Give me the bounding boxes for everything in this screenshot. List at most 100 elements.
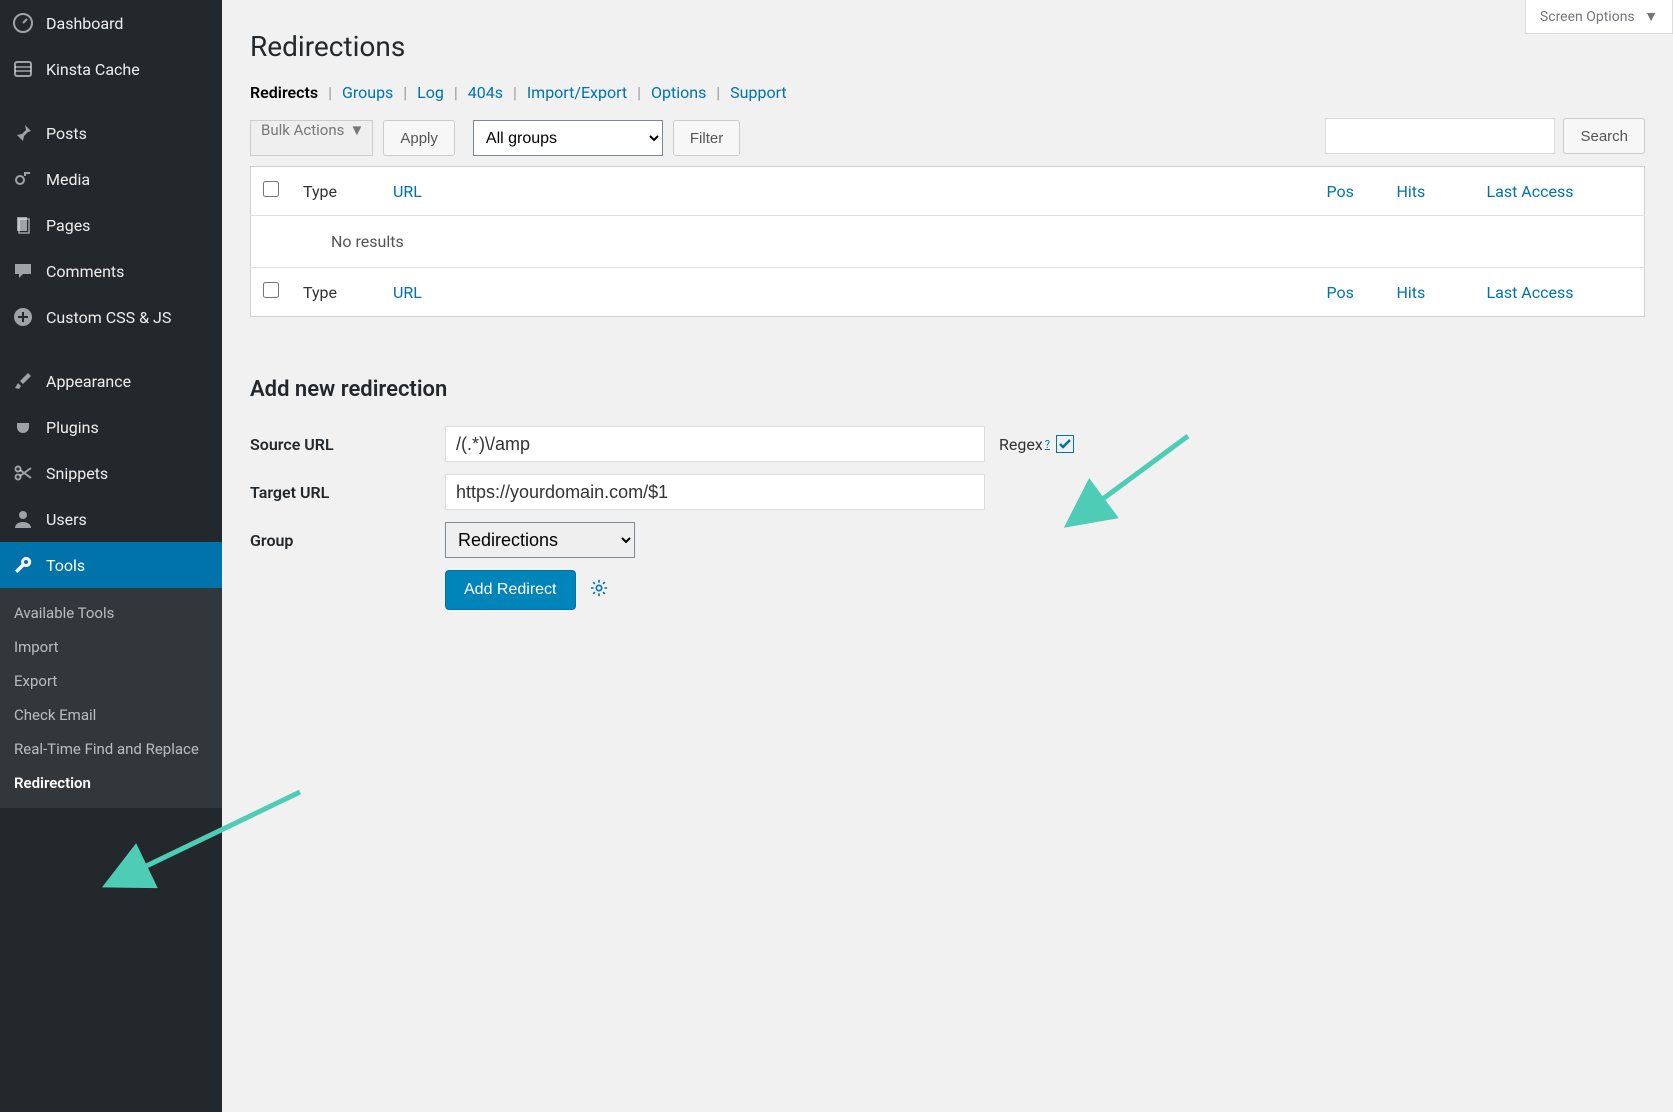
col-last[interactable]: Last Access xyxy=(1475,167,1645,216)
subnav-log[interactable]: Log xyxy=(417,83,444,102)
bulk-actions-select[interactable]: Bulk Actions ▼ xyxy=(250,120,373,156)
main-content: Screen Options ▼ Redirections Redirects … xyxy=(222,0,1673,1112)
add-redirect-button[interactable]: Add Redirect xyxy=(445,570,576,610)
plus-circle-icon xyxy=(12,306,34,328)
sidebar-item-media[interactable]: Media xyxy=(0,156,222,202)
regex-label: Regex xyxy=(999,435,1043,454)
sidebar-item-label: Pages xyxy=(46,216,90,235)
subnav-groups[interactable]: Groups xyxy=(342,83,393,102)
sidebar-item-label: Kinsta Cache xyxy=(46,60,140,79)
comment-icon xyxy=(12,260,34,282)
submenu-import[interactable]: Import xyxy=(0,630,222,664)
source-url-label: Source URL xyxy=(250,435,445,454)
plug-icon xyxy=(12,416,34,438)
col-url[interactable]: URL xyxy=(381,167,1315,216)
search-button[interactable]: Search xyxy=(1563,118,1645,154)
subnav-import-export[interactable]: Import/Export xyxy=(527,83,627,102)
sidebar-item-label: Posts xyxy=(46,124,87,143)
submenu-redirection[interactable]: Redirection xyxy=(0,766,222,800)
regex-help-link[interactable]: ? xyxy=(1045,438,1050,451)
media-icon xyxy=(12,168,34,190)
col-last-footer[interactable]: Last Access xyxy=(1475,268,1645,317)
sidebar-item-kinsta-cache[interactable]: Kinsta Cache xyxy=(0,46,222,92)
admin-sidebar: Dashboard Kinsta Cache Posts Media Pages… xyxy=(0,0,222,1112)
pin-icon xyxy=(12,122,34,144)
submenu-realtime-find-replace[interactable]: Real-Time Find and Replace xyxy=(0,732,222,766)
target-url-row: Target URL xyxy=(250,474,1645,510)
chevron-down-icon: ▼ xyxy=(350,121,365,139)
group-row: Group Redirections xyxy=(250,522,1645,558)
table-header-row: Type URL Pos Hits Last Access xyxy=(251,167,1645,216)
group-filter-select[interactable]: All groups xyxy=(473,120,663,156)
search-bar: Search xyxy=(1325,118,1645,154)
sidebar-item-label: Comments xyxy=(46,262,124,281)
bulk-actions-label: Bulk Actions xyxy=(261,121,344,139)
regex-checkbox[interactable] xyxy=(1056,435,1074,453)
target-url-input[interactable] xyxy=(445,474,985,510)
sidebar-item-custom-css-js[interactable]: Custom CSS & JS xyxy=(0,294,222,340)
col-pos-footer[interactable]: Pos xyxy=(1315,268,1385,317)
group-label: Group xyxy=(250,531,445,550)
scissors-icon xyxy=(12,462,34,484)
sidebar-item-plugins[interactable]: Plugins xyxy=(0,404,222,450)
form-title: Add new redirection xyxy=(250,377,1645,402)
page-icon xyxy=(12,214,34,236)
group-select[interactable]: Redirections xyxy=(445,522,635,558)
sidebar-item-tools[interactable]: Tools xyxy=(0,542,222,588)
subnav-404s[interactable]: 404s xyxy=(468,83,503,102)
col-type-footer: Type xyxy=(291,268,381,317)
check-icon xyxy=(1058,437,1072,451)
source-url-row: Source URL Regex ? xyxy=(250,426,1645,462)
dashboard-icon xyxy=(12,12,34,34)
sidebar-item-label: Appearance xyxy=(46,372,131,391)
sidebar-item-snippets[interactable]: Snippets xyxy=(0,450,222,496)
col-pos[interactable]: Pos xyxy=(1315,167,1385,216)
sidebar-item-label: Snippets xyxy=(46,464,108,483)
sidebar-item-posts[interactable]: Posts xyxy=(0,110,222,156)
submenu-available-tools[interactable]: Available Tools xyxy=(0,596,222,630)
col-url-footer[interactable]: URL xyxy=(381,268,1315,317)
sidebar-item-dashboard[interactable]: Dashboard xyxy=(0,0,222,46)
sidebar-item-comments[interactable]: Comments xyxy=(0,248,222,294)
form-actions: Add Redirect xyxy=(445,570,1645,610)
screen-options-toggle[interactable]: Screen Options ▼ xyxy=(1525,0,1673,34)
sidebar-item-label: Plugins xyxy=(46,418,99,437)
submenu-check-email[interactable]: Check Email xyxy=(0,698,222,732)
regex-option: Regex ? xyxy=(999,435,1074,454)
source-url-input[interactable] xyxy=(445,426,985,462)
page-title: Redirections xyxy=(250,30,1645,63)
target-url-label: Target URL xyxy=(250,483,445,502)
col-type: Type xyxy=(291,167,381,216)
screen-options-label: Screen Options xyxy=(1540,9,1635,25)
sidebar-item-label: Tools xyxy=(46,556,85,575)
wrench-icon xyxy=(12,554,34,576)
redirects-table: Type URL Pos Hits Last Access No results… xyxy=(250,166,1645,317)
sidebar-item-appearance[interactable]: Appearance xyxy=(0,358,222,404)
col-hits-footer[interactable]: Hits xyxy=(1385,268,1475,317)
sidebar-item-pages[interactable]: Pages xyxy=(0,202,222,248)
search-input[interactable] xyxy=(1325,118,1555,154)
subnav-redirects[interactable]: Redirects xyxy=(250,83,318,102)
kinsta-icon xyxy=(12,58,34,80)
user-icon xyxy=(12,508,34,530)
subnav-support[interactable]: Support xyxy=(730,83,786,102)
gear-icon xyxy=(590,579,608,597)
add-redirect-form: Add new redirection Source URL Regex ? T… xyxy=(250,377,1645,610)
tools-submenu: Available Tools Import Export Check Emai… xyxy=(0,588,222,808)
apply-button[interactable]: Apply xyxy=(383,120,455,156)
chevron-down-icon: ▼ xyxy=(1644,9,1658,25)
brush-icon xyxy=(12,370,34,392)
sidebar-item-label: Users xyxy=(46,510,87,529)
filter-button[interactable]: Filter xyxy=(673,120,740,156)
select-all-checkbox[interactable] xyxy=(263,181,279,197)
advanced-options-toggle[interactable] xyxy=(590,579,608,601)
no-results-text: No results xyxy=(251,216,1645,268)
subnav-options[interactable]: Options xyxy=(651,83,706,102)
table-footer-row: Type URL Pos Hits Last Access xyxy=(251,268,1645,317)
no-results-row: No results xyxy=(251,216,1645,268)
col-hits[interactable]: Hits xyxy=(1385,167,1475,216)
subnav: Redirects | Groups | Log | 404s | Import… xyxy=(250,83,1645,102)
select-all-checkbox-footer[interactable] xyxy=(263,282,279,298)
sidebar-item-users[interactable]: Users xyxy=(0,496,222,542)
submenu-export[interactable]: Export xyxy=(0,664,222,698)
